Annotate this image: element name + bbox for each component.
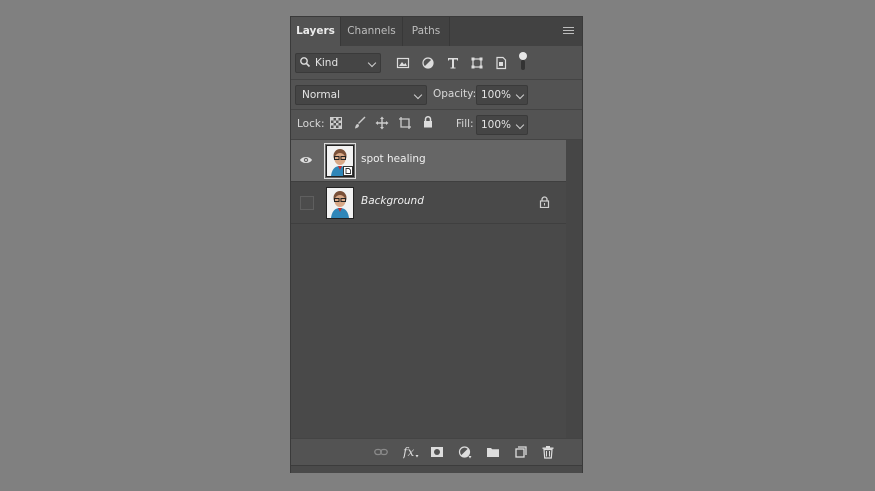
opacity-label: Opacity: [433,88,477,100]
layer-row-background[interactable]: Background [291,182,566,223]
panel-tab-bar: Layers Channels Paths [291,17,582,46]
pixel-filter-icon[interactable] [396,56,410,70]
new-group-icon[interactable] [486,445,500,459]
adjustment-filter-icon[interactable] [421,56,435,70]
adjustment-layer-icon[interactable] [458,445,472,459]
layers-bottom-toolbar: fx [291,438,582,466]
type-filter-icon[interactable] [446,56,460,70]
smart-object-filter-icon[interactable] [494,56,508,70]
panel-resize-bar[interactable] [291,465,582,473]
layers-scrollbar[interactable] [566,140,582,438]
fill-label: Fill: [456,118,474,130]
layer-lock-icon[interactable] [539,196,550,208]
layer-style-icon[interactable]: fx [403,445,419,459]
layer-thumbnail [324,143,356,179]
lock-position-icon[interactable] [375,116,389,130]
blend-mode-dropdown[interactable]: Normal [295,85,427,105]
lock-image-icon[interactable] [353,116,367,130]
opacity-field[interactable]: 100% [476,85,528,105]
lock-artboard-icon[interactable] [398,116,412,130]
filter-row: Kind [291,46,582,79]
layers-panel: Layers Channels Paths Kind Normal Opacit… [290,16,583,473]
fill-value: 100% [481,119,512,131]
lock-row: Lock: Fill: 100% [291,110,582,139]
filter-kind-dropdown[interactable]: Kind [295,53,381,73]
filter-toggle-icon[interactable] [519,52,527,70]
tab-layers[interactable]: Layers [291,17,340,46]
chevron-down-icon [413,90,423,100]
smart-object-badge-icon [343,166,353,176]
new-layer-icon[interactable] [514,445,528,459]
fill-field[interactable]: 100% [476,115,528,135]
chevron-down-icon [367,58,377,68]
shape-filter-icon[interactable] [470,56,484,70]
delete-layer-icon[interactable] [541,445,555,459]
visibility-eye-icon[interactable] [299,155,313,165]
chevron-down-icon [515,90,525,100]
layers-list: spot healing Background [291,140,566,438]
lock-all-icon[interactable] [421,115,435,129]
layer-row-spot-healing[interactable]: spot healing [291,140,566,181]
panel-menu-icon[interactable] [563,27,574,36]
layer-name[interactable]: Background [361,195,424,207]
visibility-toggle-empty[interactable] [300,196,314,210]
add-mask-icon[interactable] [430,445,444,459]
blend-mode-value: Normal [302,89,340,101]
tab-channels[interactable]: Channels [341,17,402,46]
chevron-down-icon [515,120,525,130]
lock-transparent-icon[interactable] [330,117,342,129]
filter-kind-label: Kind [315,57,339,69]
search-icon [300,57,311,68]
layer-thumbnail [326,187,354,219]
link-layers-icon[interactable] [374,445,388,459]
lock-label: Lock: [297,118,325,130]
blend-row: Normal Opacity: 100% [291,80,582,109]
opacity-value: 100% [481,89,512,101]
tab-paths[interactable]: Paths [403,17,449,46]
portrait-thumbnail-image [327,188,353,218]
svg-text:fx: fx [403,445,414,459]
layer-name[interactable]: spot healing [361,153,426,165]
